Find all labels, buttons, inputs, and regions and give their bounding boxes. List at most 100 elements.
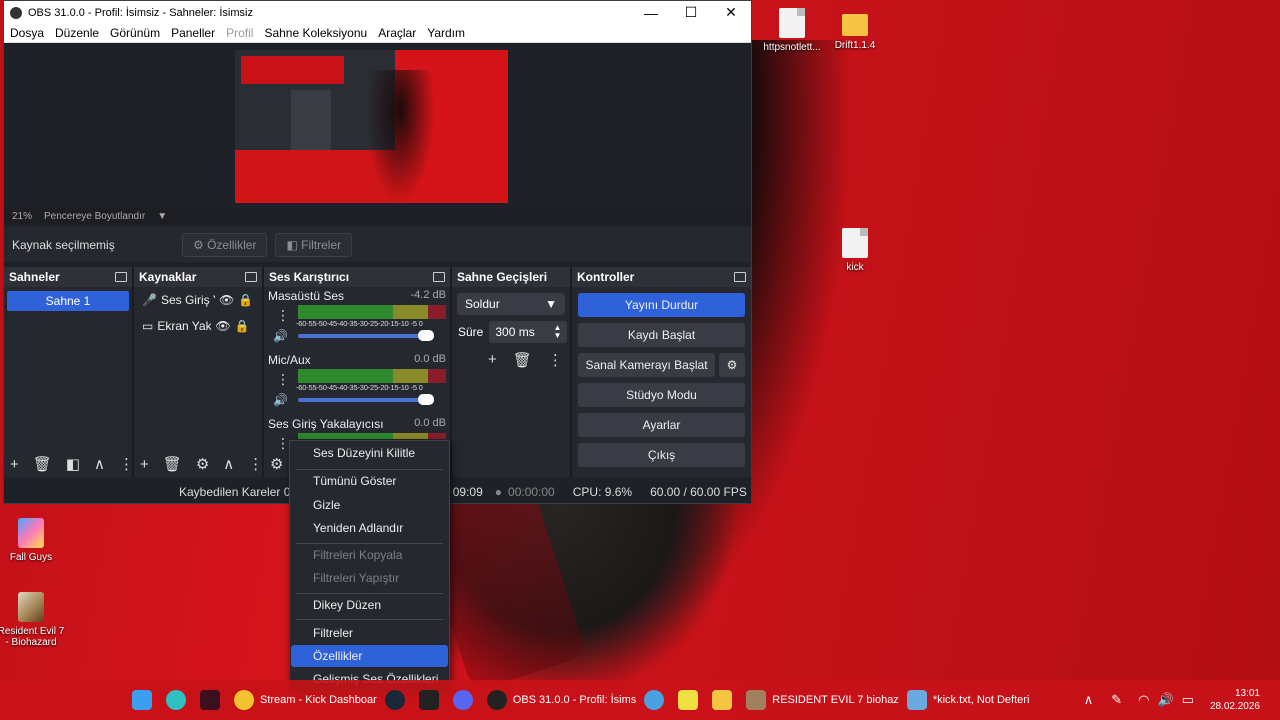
menu-item-vertical-layout[interactable]: Dikey Düzen [291, 594, 448, 616]
desktop-icon-kick[interactable]: kick [815, 228, 895, 273]
duration-spinbox[interactable]: 300 ms ▲ ▼ [489, 321, 568, 343]
add-icon[interactable]: + [10, 456, 19, 473]
start-button[interactable] [128, 680, 162, 720]
more-icon[interactable]: ⋮ [276, 435, 290, 452]
desktop-icon-folder[interactable]: Drift1.1.4 [815, 8, 895, 51]
menu-item-properties[interactable]: Özellikler [291, 645, 448, 667]
explorer-taskbar-button[interactable] [708, 680, 742, 720]
maximize-button[interactable]: ☐ [671, 4, 711, 21]
trash-icon[interactable]: 🗑 [513, 351, 532, 369]
close-button[interactable]: ✕ [711, 4, 751, 21]
app2-taskbar-button[interactable] [640, 680, 674, 720]
re7-taskbar-button[interactable]: RESIDENT EVIL 7 biohaz [742, 680, 903, 720]
trash-icon[interactable]: 🗑 [163, 455, 182, 473]
gear-icon: ⚙ [726, 358, 738, 372]
wifi-icon[interactable]: ◠ [1138, 692, 1149, 708]
menu-item-lock-volume[interactable]: Ses Düzeyini Kilitle [291, 442, 448, 464]
filters-button[interactable]: ◧ Filtreler [275, 232, 353, 257]
monitor-icon: ▭ [142, 319, 154, 333]
transitions-dock: Sahne Geçişleri Soldur ▼ Süre 300 ms ▲ ▼ … [452, 267, 572, 477]
clock-date: 28.02.2026 [1209, 701, 1260, 712]
menu-dosya[interactable]: Dosya [10, 26, 44, 40]
chevron-up-icon[interactable]: ∧ [94, 455, 105, 473]
more-icon[interactable]: ⋮ [119, 455, 134, 473]
menu-duzenle[interactable]: Düzenle [55, 26, 99, 40]
chrome-taskbar-button[interactable]: Stream - Kick Dashboar [230, 680, 381, 720]
menu-sahne-koleksiyonu[interactable]: Sahne Koleksiyonu [264, 26, 367, 40]
taskbar-label: Stream - Kick Dashboar [260, 694, 377, 706]
more-icon[interactable]: ⋮ [548, 351, 563, 369]
float-icon[interactable] [433, 272, 445, 282]
volume-icon[interactable]: 🔊 [1157, 692, 1173, 708]
clock[interactable]: 13:01 28.02.2026 [1210, 687, 1260, 713]
menu-item-show-all[interactable]: Tümünü Göster [291, 470, 448, 492]
virtual-camera-settings-button[interactable]: ⚙ [719, 353, 745, 377]
discord-taskbar-button[interactable] [449, 680, 483, 720]
menu-item-filters[interactable]: Filtreler [291, 622, 448, 644]
menu-araclar[interactable]: Araçlar [378, 26, 416, 40]
channel-name: Masaüstü Ses [268, 289, 345, 303]
gear-icon[interactable]: ⚙ [196, 455, 209, 473]
chevron-down-icon[interactable]: ▼ [157, 211, 167, 222]
properties-button[interactable]: ⚙ Özellikler [182, 232, 268, 257]
volume-slider[interactable] [298, 330, 434, 341]
minimize-button[interactable]: — [631, 5, 671, 21]
source-item[interactable]: 🎤 Ses Giriş Y 👁 🔒 [134, 287, 262, 313]
preview-area[interactable] [4, 44, 751, 208]
lock-icon[interactable]: 🔒 [235, 319, 250, 333]
menu-paneller[interactable]: Paneller [171, 26, 215, 40]
exit-button[interactable]: Çıkış [578, 443, 745, 467]
fit-mode-label[interactable]: Pencereye Boyutlandır [44, 211, 145, 222]
app2-icon [644, 690, 665, 710]
menu-profil[interactable]: Profil [226, 26, 253, 40]
scenes-dock: Sahneler Sahne 1 + 🗑 ◧ ∧ ⋮ [4, 267, 134, 477]
desktop-icon-fall-guys[interactable]: Fall Guys [0, 518, 71, 563]
microphone-icon: 🎤 [142, 293, 157, 307]
more-icon[interactable]: ⋮ [276, 307, 290, 324]
menu-gorunum[interactable]: Görünüm [110, 26, 160, 40]
gear-icon[interactable]: ⚙ [270, 455, 283, 473]
source-name: Ekran Yaka [157, 319, 212, 333]
settings-button[interactable]: Ayarlar [578, 413, 745, 437]
start-recording-button[interactable]: Kaydı Başlat [578, 323, 745, 347]
speaker-icon[interactable]: 🔊 [273, 393, 288, 407]
studio-mode-button[interactable]: Stüdyo Modu [578, 383, 745, 407]
edge-taskbar-button[interactable] [162, 680, 196, 720]
trash-icon[interactable]: 🗑 [33, 455, 52, 473]
obs-taskbar-button[interactable]: OBS 31.0.0 - Profil: İsims [483, 680, 640, 720]
lock-icon[interactable]: 🔒 [238, 293, 253, 307]
scene-item[interactable]: Sahne 1 [7, 291, 129, 311]
fps: 60.00 / 60.00 FPS [650, 485, 747, 499]
float-icon[interactable] [115, 272, 127, 282]
title-bar: OBS 31.0.0 - Profil: İsimsiz - Sahneler:… [4, 1, 751, 24]
app-taskbar-button[interactable] [196, 680, 230, 720]
more-icon[interactable]: ⋮ [276, 371, 290, 388]
notepad-taskbar-button[interactable]: *kick.txt, Not Defteri [903, 680, 1034, 720]
add-icon[interactable]: + [488, 351, 497, 369]
pen-icon[interactable]: ✎ [1111, 692, 1122, 708]
menu-item-hide[interactable]: Gizle [291, 494, 448, 516]
eye-icon[interactable]: 👁 [219, 293, 234, 307]
more-icon[interactable]: ⋮ [248, 455, 263, 473]
add-icon[interactable]: + [140, 456, 149, 473]
epic-taskbar-button[interactable] [415, 680, 449, 720]
menu-item-rename[interactable]: Yeniden Adlandır [291, 517, 448, 539]
eye-icon[interactable]: 👁 [215, 319, 230, 333]
transition-select[interactable]: Soldur ▼ [457, 293, 565, 315]
stop-streaming-button[interactable]: Yayını Durdur [578, 293, 745, 317]
menu-yardim[interactable]: Yardım [427, 26, 465, 40]
steam-taskbar-button[interactable] [381, 680, 415, 720]
app3-taskbar-button[interactable] [674, 680, 708, 720]
start-virtual-camera-button[interactable]: Sanal Kamerayı Başlat [578, 353, 715, 377]
desktop-icon-resident-evil[interactable]: Resident Evil 7 - Biohazard [0, 592, 71, 648]
battery-icon[interactable]: ▭ [1182, 692, 1194, 708]
source-item[interactable]: ▭ Ekran Yaka 👁 🔒 [134, 313, 262, 339]
context-menu: Ses Düzeyini Kilitle Tümünü Göster Gizle… [289, 440, 450, 692]
volume-slider[interactable] [298, 394, 434, 405]
chevron-up-icon[interactable]: ∧ [1084, 692, 1094, 708]
speaker-icon[interactable]: 🔊 [273, 329, 288, 343]
filter-icon[interactable]: ◧ [66, 455, 80, 473]
float-icon[interactable] [734, 272, 746, 282]
chevron-up-icon[interactable]: ∧ [223, 455, 234, 473]
float-icon[interactable] [245, 272, 257, 282]
